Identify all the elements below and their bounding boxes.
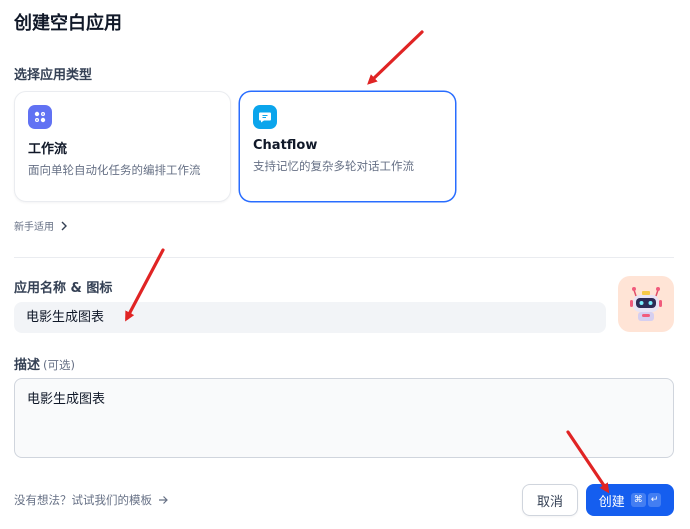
- app-name-input[interactable]: 电影生成图表: [14, 302, 606, 333]
- app-type-description: 支持记忆的复杂多轮对话工作流: [253, 159, 414, 173]
- app-type-card-workflow[interactable]: 工作流 面向单轮自动化任务的编排工作流: [14, 91, 231, 202]
- beginner-link-label: 新手适用: [14, 222, 54, 233]
- app-name-label: 应用名称 & 图标: [14, 281, 113, 296]
- chevron-right-icon: [61, 221, 67, 230]
- optional-hint: (可选): [43, 358, 75, 372]
- dialog-title: 创建空白应用: [14, 13, 122, 34]
- description-label-text: 描述: [14, 358, 41, 373]
- arrow-right-icon: [159, 496, 168, 504]
- workflow-icon: [28, 105, 52, 129]
- divider: [14, 257, 674, 258]
- chat-bubble-icon: [253, 105, 277, 129]
- template-link[interactable]: 没有想法？试试我们的模板: [14, 492, 169, 508]
- cancel-button[interactable]: 取消: [522, 484, 578, 516]
- template-link-label: 没有想法？试试我们的模板: [14, 493, 152, 507]
- beginner-link[interactable]: 新手适用: [14, 218, 68, 233]
- app-avatar[interactable]: [618, 276, 674, 332]
- app-type-name: 工作流: [28, 142, 68, 157]
- robot-icon: [630, 287, 662, 321]
- app-type-card-chatflow[interactable]: Chatflow 支持记忆的复杂多轮对话工作流: [239, 91, 456, 202]
- app-type-description: 面向单轮自动化任务的编排工作流: [28, 163, 201, 177]
- command-key-icon: ⌘: [630, 493, 646, 507]
- app-type-label: 选择应用类型: [14, 68, 93, 83]
- description-textarea[interactable]: 电影生成图表: [14, 378, 674, 458]
- create-button-label: 创建: [598, 494, 625, 510]
- create-button[interactable]: 创建 ⌘ ↵: [586, 484, 674, 516]
- description-label: 描述 (可选): [14, 354, 75, 373]
- shortcut-hint: ⌘ ↵: [630, 493, 662, 507]
- app-type-name: Chatflow: [253, 138, 318, 153]
- enter-key-icon: ↵: [647, 493, 662, 507]
